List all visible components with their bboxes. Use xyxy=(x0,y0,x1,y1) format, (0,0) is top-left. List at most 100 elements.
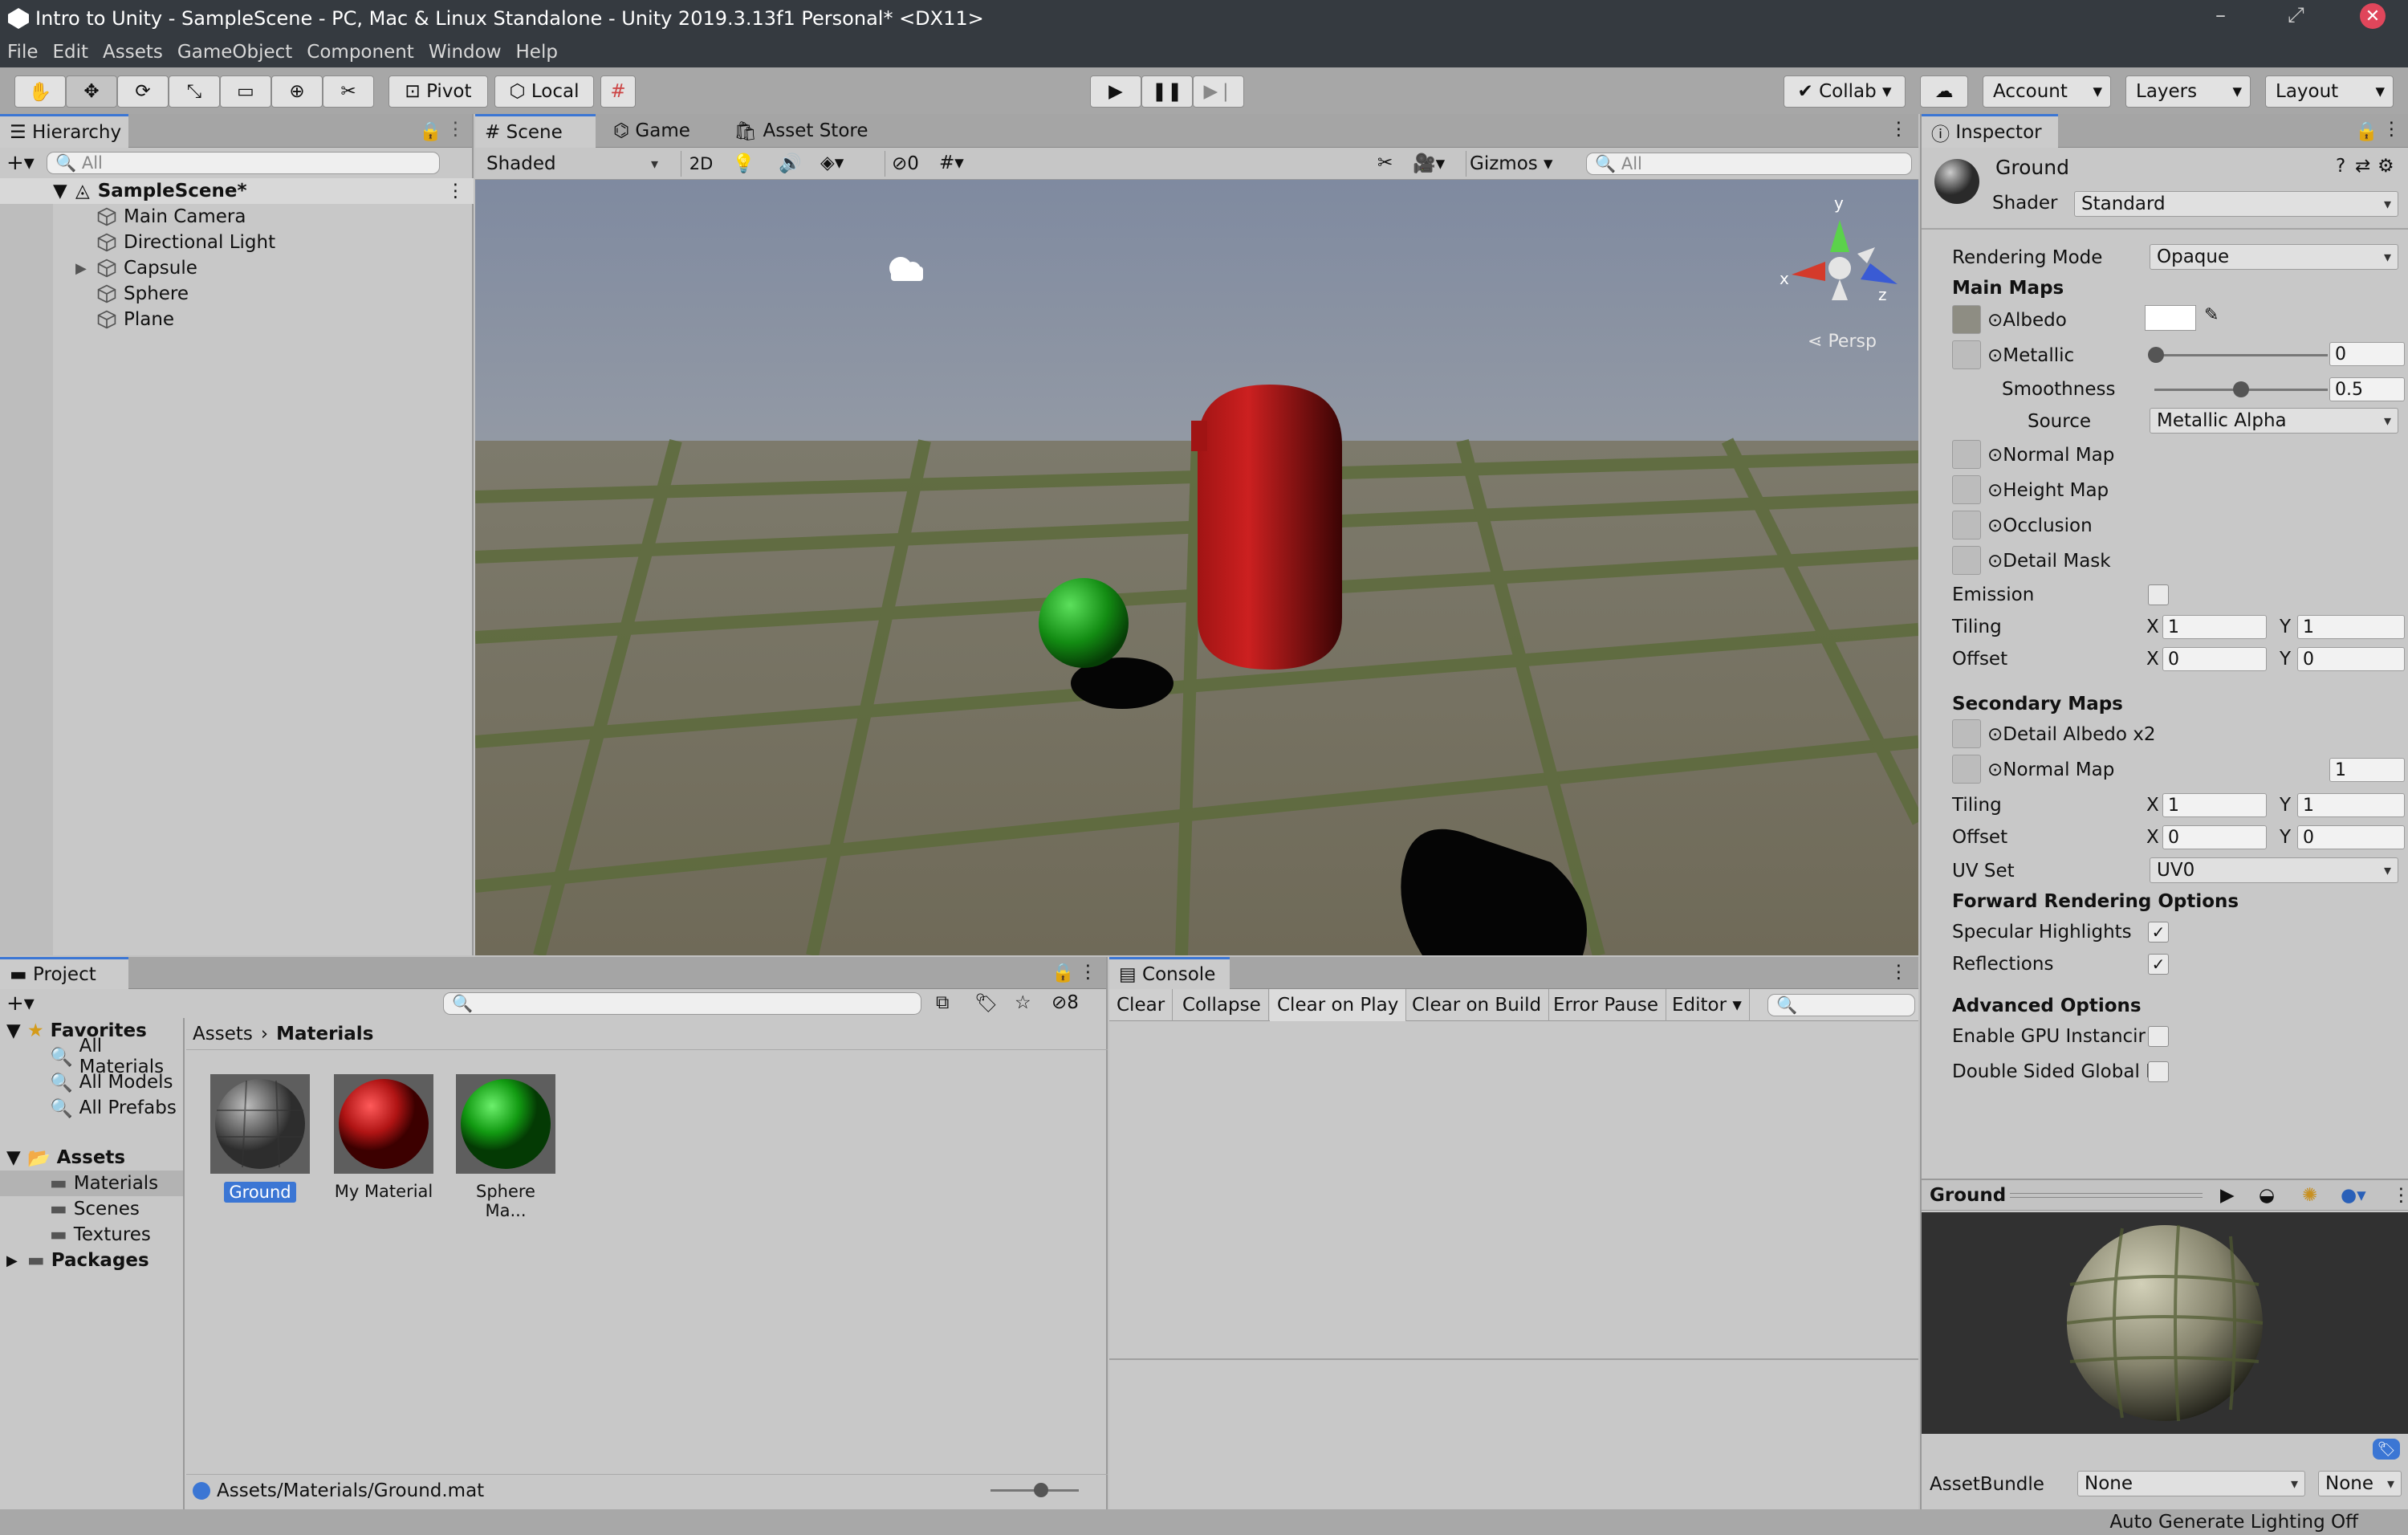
detail-albedo-slot[interactable] xyxy=(1952,719,1981,748)
metallic-texture-slot[interactable] xyxy=(1952,340,1981,369)
step-icon[interactable]: ▶❘ xyxy=(1193,75,1244,108)
clear-on-build-button[interactable]: Clear on Build xyxy=(1405,989,1550,1021)
occlusion-slot[interactable] xyxy=(1952,511,1981,539)
hierarchy-item-sphere[interactable]: Sphere xyxy=(96,281,189,307)
restore-icon[interactable]: ⤢ xyxy=(2288,3,2304,28)
favorite-item-all-prefabs[interactable]: 🔍 All Prefabs xyxy=(50,1095,177,1121)
metallic-slider-track[interactable] xyxy=(2154,354,2328,356)
menu-file[interactable]: File xyxy=(0,37,46,67)
hierarchy-item-plane[interactable]: Plane xyxy=(96,307,174,332)
presets-icon[interactable]: ⇄ xyxy=(2355,156,2370,177)
move-tool-icon[interactable]: ✥ xyxy=(66,75,117,108)
secondary-normal-map-slot[interactable] xyxy=(1952,755,1981,784)
more-icon[interactable]: ⋮ xyxy=(1889,962,1908,983)
menu-edit[interactable]: Edit xyxy=(46,37,96,67)
breadcrumb-materials[interactable]: Materials xyxy=(276,1024,373,1044)
hand-tool-icon[interactable]: ✋ xyxy=(14,75,66,108)
more-icon[interactable]: ⋮ xyxy=(446,119,465,140)
albedo-color-swatch[interactable] xyxy=(2145,305,2196,331)
tab-project[interactable]: ▬ Project xyxy=(0,957,128,989)
hierarchy-item-capsule[interactable]: ▶ Capsule xyxy=(75,255,197,281)
menu-window[interactable]: Window xyxy=(421,37,509,67)
toggle-2d-button[interactable]: 2D xyxy=(681,151,721,177)
red-capsule[interactable] xyxy=(1198,385,1342,670)
folder-textures[interactable]: ▬ Textures xyxy=(50,1222,151,1248)
albedo-texture-slot[interactable] xyxy=(1952,305,1981,334)
lighting-icon[interactable]: 💡 xyxy=(732,153,755,174)
pause-icon[interactable]: ❚❚ xyxy=(1141,75,1193,108)
assets-row[interactable]: ▼ 📂 Assets xyxy=(6,1145,125,1171)
expand-arrow-icon[interactable]: ▼ xyxy=(6,1147,27,1168)
menu-assets[interactable]: Assets xyxy=(96,37,170,67)
normal-scale-field[interactable]: 1 xyxy=(2329,758,2405,782)
create-add-icon[interactable]: +▾ xyxy=(6,991,35,1016)
custom-tool-icon[interactable]: ✂ xyxy=(323,75,374,108)
tab-asset-store[interactable]: 🛍 Asset Store xyxy=(724,114,878,148)
packages-row[interactable]: ▶ ▬ Packages xyxy=(6,1248,149,1273)
preview-shape-icon[interactable]: ●▾ xyxy=(2341,1185,2366,1206)
green-sphere[interactable] xyxy=(1039,578,1129,668)
reflections-checkbox[interactable]: ✓ xyxy=(2148,954,2169,975)
project-search-input[interactable]: 🔍 xyxy=(443,992,921,1015)
slider-handle[interactable] xyxy=(1034,1483,1048,1497)
metallic-value-field[interactable]: 0 xyxy=(2329,342,2405,366)
light-icon[interactable]: ✺ xyxy=(2302,1185,2317,1206)
editor-dropdown[interactable]: Editor ▾ xyxy=(1665,989,1750,1021)
persp-label[interactable]: ⋖ Persp xyxy=(1808,332,1877,352)
layout-dropdown[interactable]: Layout ▾ xyxy=(2265,75,2394,108)
detail-mask-slot[interactable] xyxy=(1952,546,1981,575)
close-icon[interactable]: ✕ xyxy=(2360,3,2386,29)
source-dropdown[interactable]: Metallic Alpha xyxy=(2150,408,2398,434)
audio-icon[interactable]: 🔊 xyxy=(779,153,802,174)
rendering-mode-dropdown[interactable]: Opaque xyxy=(2150,244,2398,270)
hierarchy-item-main-camera[interactable]: Main Camera xyxy=(96,204,246,230)
clear-button[interactable]: Clear xyxy=(1109,989,1173,1021)
uv-set-dropdown[interactable]: UV0 xyxy=(2150,857,2398,883)
console-splitter[interactable] xyxy=(1109,1358,1918,1360)
play-icon[interactable]: ▶ xyxy=(1090,75,1141,108)
play-icon[interactable]: ▶ xyxy=(2220,1185,2235,1206)
more-icon[interactable]: ⋮ xyxy=(1079,962,1097,983)
tab-game[interactable]: ⌬ Game xyxy=(604,114,700,148)
collapse-arrow-icon[interactable]: ▶ xyxy=(6,1252,27,1269)
lock-icon[interactable]: 🔒 xyxy=(1051,962,1075,983)
material-preview[interactable] xyxy=(1922,1212,2408,1434)
layers-dropdown[interactable]: Layers ▾ xyxy=(2125,75,2251,108)
tab-hierarchy[interactable]: ☰ Hierarchy xyxy=(0,114,128,148)
tab-console[interactable]: ▤ Console xyxy=(1109,957,1230,989)
camera-icon[interactable]: 🎥▾ xyxy=(1413,153,1445,174)
cloud-icon[interactable]: ☁ xyxy=(1920,75,1968,108)
expand-arrow-icon[interactable]: ▼ xyxy=(6,1020,27,1041)
tab-scene[interactable]: # Scene xyxy=(475,114,596,148)
pivot-button[interactable]: ⊡ Pivot xyxy=(388,75,488,108)
folder-materials[interactable]: ▬ Materials xyxy=(0,1171,183,1196)
scene-more-icon[interactable]: ⋮ xyxy=(446,181,465,202)
shader-dropdown[interactable]: Standard xyxy=(2074,191,2398,217)
scale-tool-icon[interactable]: ⤡ xyxy=(169,75,220,108)
account-dropdown[interactable]: Account ▾ xyxy=(1983,75,2111,108)
filter-type-icon[interactable]: ⧉ xyxy=(936,992,949,1013)
preview-drag-handle[interactable] xyxy=(2010,1193,2203,1198)
tiling-x-field[interactable]: 1 xyxy=(2162,615,2267,639)
emission-checkbox[interactable] xyxy=(2148,584,2169,605)
grid-toggle-icon[interactable]: #▾ xyxy=(939,153,964,173)
collapse-button[interactable]: Collapse xyxy=(1175,989,1269,1021)
hierarchy-item-directional-light[interactable]: Directional Light xyxy=(96,230,275,255)
menu-component[interactable]: Component xyxy=(299,37,421,67)
settings-gear-icon[interactable]: ⚙ xyxy=(2377,156,2394,177)
menu-gameobject[interactable]: GameObject xyxy=(170,37,299,67)
tiling2-y-field[interactable]: 1 xyxy=(2297,793,2405,817)
scene-viewport[interactable]: x y z ⋖ Persp xyxy=(475,180,1918,955)
scene-search-input[interactable]: 🔍 All xyxy=(1586,153,1912,175)
tab-inspector[interactable]: ⓘ Inspector xyxy=(1922,114,2058,148)
breadcrumb-assets[interactable]: Assets xyxy=(193,1024,253,1044)
tiling2-x-field[interactable]: 1 xyxy=(2162,793,2267,817)
filter-label-icon[interactable]: 🏷 xyxy=(974,992,998,1014)
collab-button[interactable]: ✔ Collab ▾ xyxy=(1784,75,1906,108)
asset-my-material[interactable]: My Material xyxy=(334,1074,433,1201)
error-pause-button[interactable]: Error Pause xyxy=(1546,989,1667,1021)
favorite-item-all-materials[interactable]: 🔍 All Materials xyxy=(50,1036,183,1077)
hidden-objects-toggle[interactable]: ⊘ 0 xyxy=(885,151,919,177)
help-icon[interactable]: ? xyxy=(2336,156,2345,177)
assetbundle-dropdown[interactable]: None xyxy=(2077,1471,2305,1496)
